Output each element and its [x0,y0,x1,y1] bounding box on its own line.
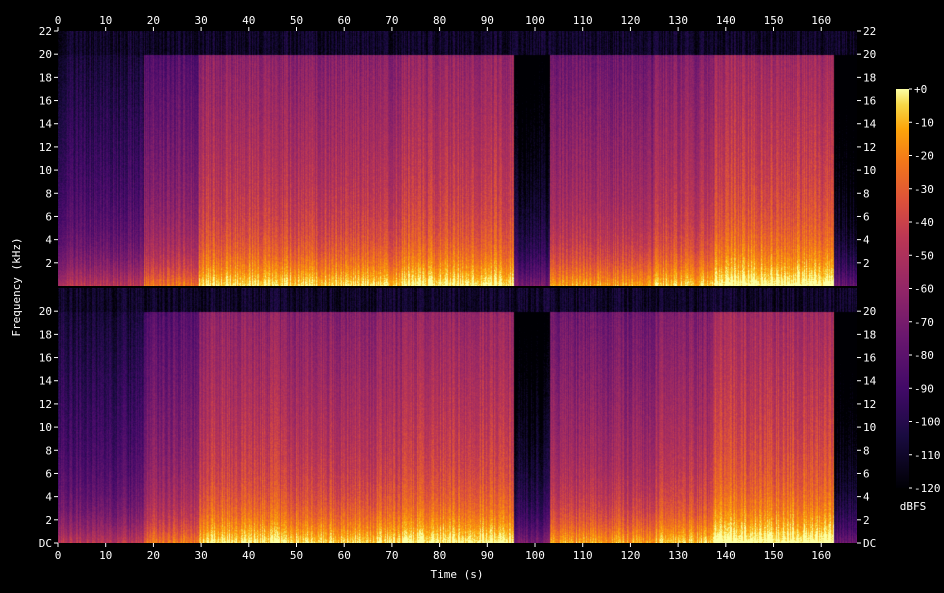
y-tick-label-left-bottom: 2 [45,514,52,527]
x-tick-label-bottom: 60 [338,549,351,562]
y-tick-label-right-bottom: 10 [863,421,876,434]
x-tick-label-bottom: 150 [764,549,784,562]
colorbar-tick-label: -50 [914,249,934,262]
spectrogram-channel-bottom [58,288,857,543]
y-tick-label-left-bottom: 12 [39,398,52,411]
x-tick-label-bottom: 140 [716,549,736,562]
colorbar-tick-label: -120 [914,482,941,495]
x-tick-label-top: 160 [811,14,831,27]
colorbar-gradient [896,89,909,488]
y-tick-label-right-bottom: 18 [863,328,876,341]
x-tick-label-top: 110 [573,14,593,27]
x-tick-label-bottom: 10 [99,549,112,562]
x-tick-label-top: 0 [55,14,62,27]
x-tick-label-bottom: 100 [525,549,545,562]
x-tick-label-bottom: 80 [433,549,446,562]
y-tick-label-right-top: 8 [863,187,870,200]
x-tick-label-top: 80 [433,14,446,27]
y-tick-label-right-top: 10 [863,164,876,177]
y-tick-label-right-bottom: 12 [863,398,876,411]
colorbar-tick-label: -30 [914,183,934,196]
colorbar-tick-label: -10 [914,116,934,129]
x-tick-label-bottom: 50 [290,549,303,562]
y-tick-label-left-top: 14 [39,118,53,131]
y-tick-label-left-bottom: 4 [45,491,52,504]
y-tick-label-left-top: 4 [45,234,52,247]
x-tick-label-top: 60 [338,14,351,27]
x-tick-label-bottom: 90 [481,549,494,562]
x-tick-label-top: 120 [620,14,640,27]
y-tick-label-right-bottom: DC [863,537,876,550]
y-tick-label-left-top: 6 [45,210,52,223]
colorbar-tick-label: -20 [914,150,934,163]
x-tick-label-top: 50 [290,14,303,27]
colorbar-tick-label: -100 [914,416,941,429]
y-tick-label-left-bottom: 14 [39,375,53,388]
x-tick-label-bottom: 30 [194,549,207,562]
y-tick-label-right-top: 14 [863,118,877,131]
y-tick-label-right-top: 4 [863,234,870,247]
x-tick-label-top: 70 [385,14,398,27]
y-tick-label-left-bottom: 8 [45,444,52,457]
y-tick-label-right-top: 20 [863,48,876,61]
x-tick-label-bottom: 110 [573,549,593,562]
colorbar-tick-label: +0 [914,83,927,96]
colorbar-tick-label: -110 [914,449,941,462]
x-tick-label-bottom: 130 [668,549,688,562]
y-tick-label-right-top: 12 [863,141,876,154]
y-tick-label-right-bottom: 20 [863,305,876,318]
y-tick-label-right-top: 2 [863,257,870,270]
y-tick-label-right-bottom: 2 [863,514,870,527]
y-tick-label-left-top: 20 [39,48,52,61]
colorbar: +0 -10 -20 -30 -40 -50 -60 -70 -80 -90 -100 -110 -12… [896,83,941,495]
y-tick-label-right-bottom: 16 [863,352,876,365]
x-axis-label: Time (s) [431,568,484,581]
colorbar-label: dBFS [900,500,927,513]
y-tick-label-left-bottom: 6 [45,467,52,480]
spectrogram-channel-top [58,31,857,286]
x-tick-label-bottom: 120 [620,549,640,562]
colorbar-tick-label: -40 [914,216,934,229]
y-tick-label-right-bottom: 4 [863,491,870,504]
colorbar-tick-label: -60 [914,283,934,296]
y-tick-label-right-bottom: 6 [863,467,870,480]
y-tick-label-left-top: 18 [39,71,52,84]
colorbar-tick-label: -80 [914,349,934,362]
y-tick-label-left-top: 10 [39,164,52,177]
y-tick-label-left-bottom: 10 [39,421,52,434]
x-tick-label-top: 90 [481,14,494,27]
y-tick-label-right-bottom: 14 [863,375,877,388]
y-tick-label-left-top: 2 [45,257,52,270]
y-tick-label-right-top: 16 [863,95,876,108]
x-tick-label-top: 150 [764,14,784,27]
x-tick-label-top: 130 [668,14,688,27]
x-tick-label-bottom: 70 [385,549,398,562]
colorbar-tick-label: -70 [914,316,934,329]
colorbar-tick-label: -90 [914,382,934,395]
x-tick-label-bottom: 20 [147,549,160,562]
x-tick-label-top: 20 [147,14,160,27]
x-tick-label-top: 10 [99,14,112,27]
y-tick-label-left-bottom: 20 [39,305,52,318]
y-tick-label-left-bottom: 18 [39,328,52,341]
x-tick-label-top: 30 [194,14,207,27]
y-tick-label-left-bottom: DC [39,537,52,550]
y-axis-label: Frequency (kHz) [10,237,23,336]
y-tick-label-right-top: 6 [863,210,870,223]
x-tick-label-top: 40 [242,14,255,27]
y-tick-label-left-bottom: 16 [39,352,52,365]
x-tick-label-bottom: 160 [811,549,831,562]
y-tick-label-left-top: 8 [45,187,52,200]
x-tick-label-bottom: 40 [242,549,255,562]
y-tick-label-right-bottom: 8 [863,444,870,457]
x-tick-label-bottom: 0 [55,549,62,562]
y-tick-label-right-top: 18 [863,71,876,84]
x-tick-label-top: 100 [525,14,545,27]
y-tick-label-right-top: 22 [863,25,876,38]
y-tick-label-left-top: 22 [39,25,52,38]
y-tick-label-left-top: 12 [39,141,52,154]
y-tick-label-left-top: 16 [39,95,52,108]
x-tick-label-top: 140 [716,14,736,27]
